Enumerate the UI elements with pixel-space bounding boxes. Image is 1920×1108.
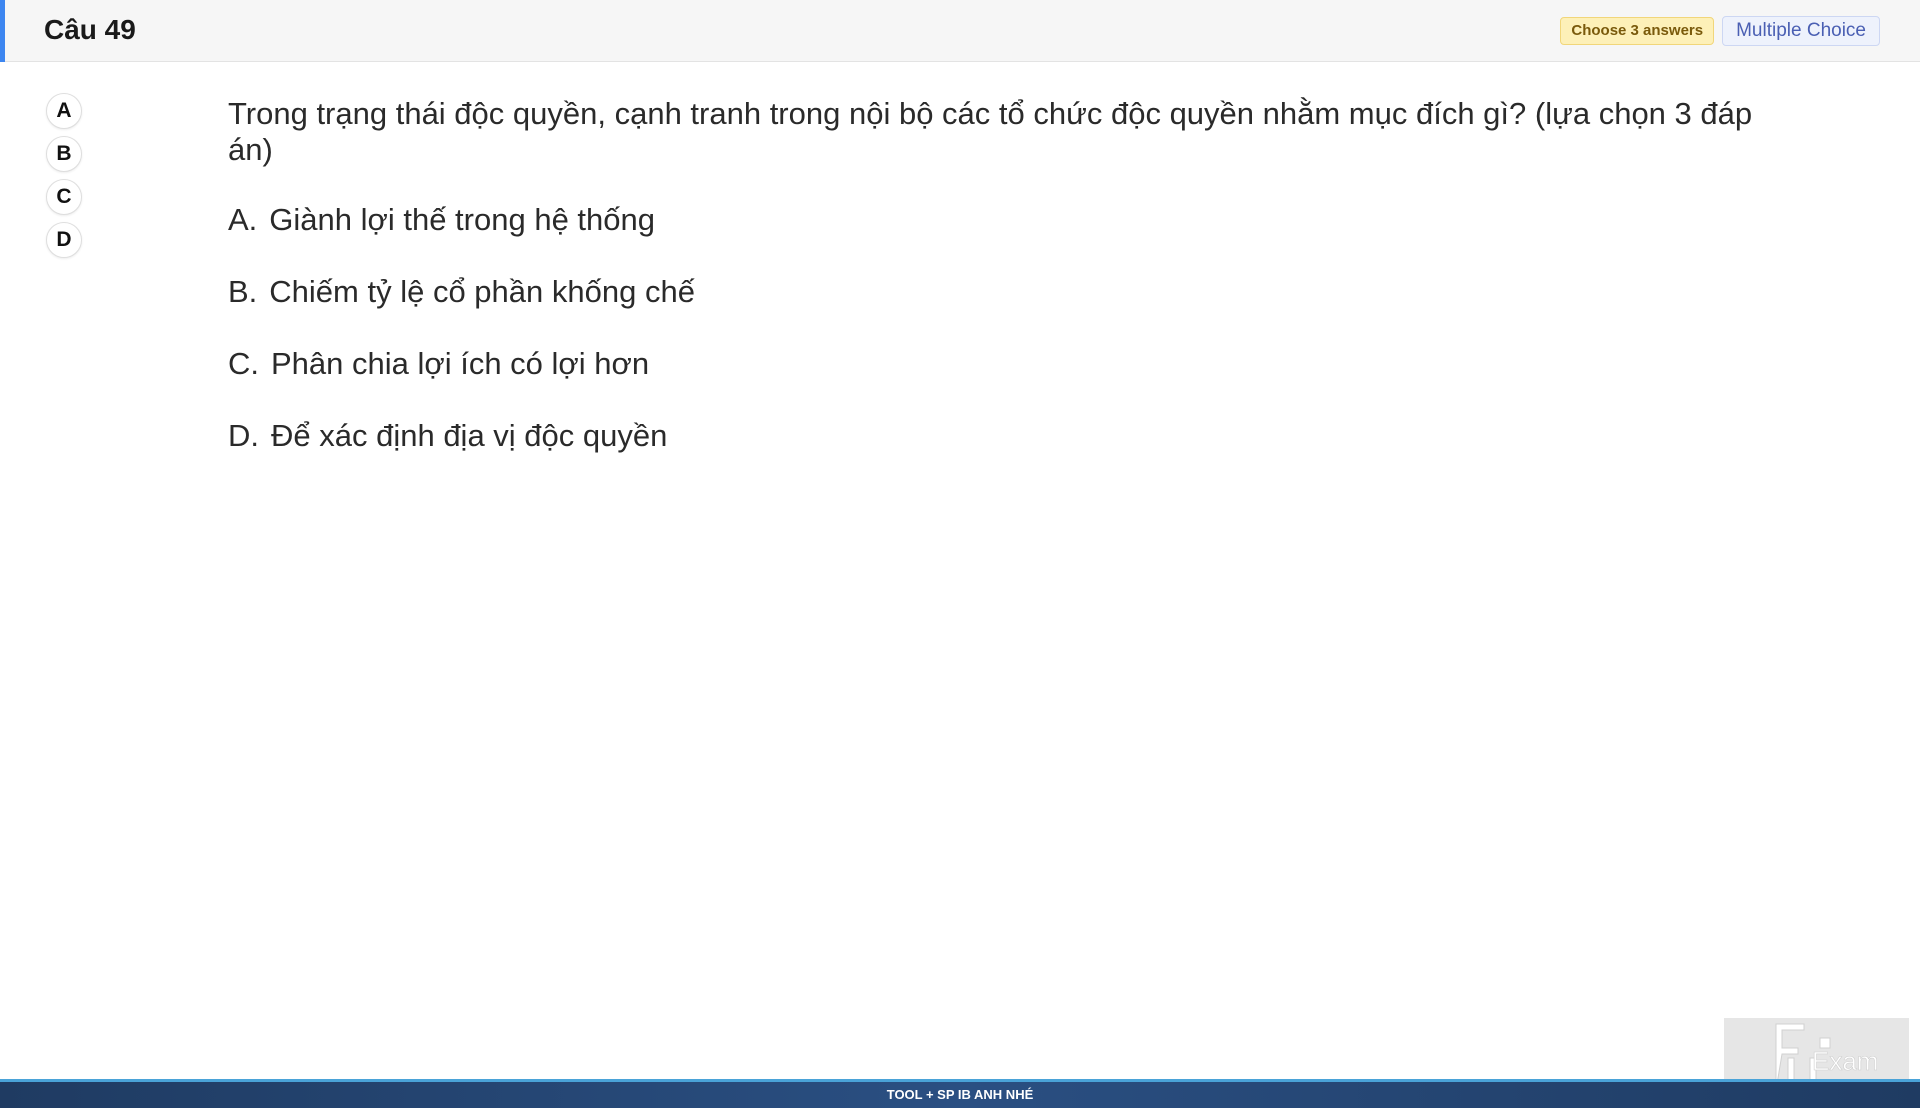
answer-selector: A B C D (46, 93, 82, 258)
question-header: Câu 49 Choose 3 answers Multiple Choice (0, 0, 1920, 62)
option-d: D. Để xác định địa vị độc quyền (228, 418, 1768, 454)
exam-page: Câu 49 Choose 3 answers Multiple Choice … (0, 0, 1920, 1108)
option-text: Giành lợi thế trong hệ thống (269, 202, 655, 237)
option-list: A. Giành lợi thế trong hệ thống B. Chiếm t… (228, 202, 1768, 454)
option-letter: C. (228, 346, 259, 381)
option-c: C. Phân chia lợi ích có lợi hơn (228, 346, 1768, 382)
question-number-title: Câu 49 (44, 14, 136, 45)
option-text: Chiếm tỷ lệ cổ phần khống chế (269, 274, 695, 309)
answer-count-badge: Choose 3 answers (1560, 17, 1715, 45)
question-content: Trong trạng thái độc quyền, cạnh tranh t… (228, 96, 1768, 490)
option-b: B. Chiếm tỷ lệ cổ phần khống chế (228, 274, 1768, 310)
footer-banner-text: TOOL + SP IB ANH NHÉ (886, 1087, 1034, 1102)
option-letter: D. (228, 418, 259, 453)
option-text: Phân chia lợi ích có lợi hơn (271, 346, 650, 381)
option-letter: A. (228, 202, 258, 237)
header-accent-bar (0, 0, 5, 62)
answer-button-c[interactable]: C (46, 179, 82, 215)
answer-button-a[interactable]: A (46, 93, 82, 129)
answer-button-d[interactable]: D (46, 222, 82, 258)
question-type-badge: Multiple Choice (1722, 16, 1880, 46)
option-letter: B. (228, 274, 258, 309)
option-text: Để xác định địa vị độc quyền (271, 418, 668, 453)
answer-button-b[interactable]: B (46, 136, 82, 172)
header-badges: Choose 3 answers Multiple Choice (1560, 16, 1880, 46)
question-text: Trong trạng thái độc quyền, cạnh tranh t… (228, 96, 1753, 167)
footer-banner: TOOL + SP IB ANH NHÉ (0, 1079, 1920, 1108)
logo-text: Exam (1812, 1046, 1878, 1076)
option-a: A. Giành lợi thế trong hệ thống (228, 202, 1768, 238)
